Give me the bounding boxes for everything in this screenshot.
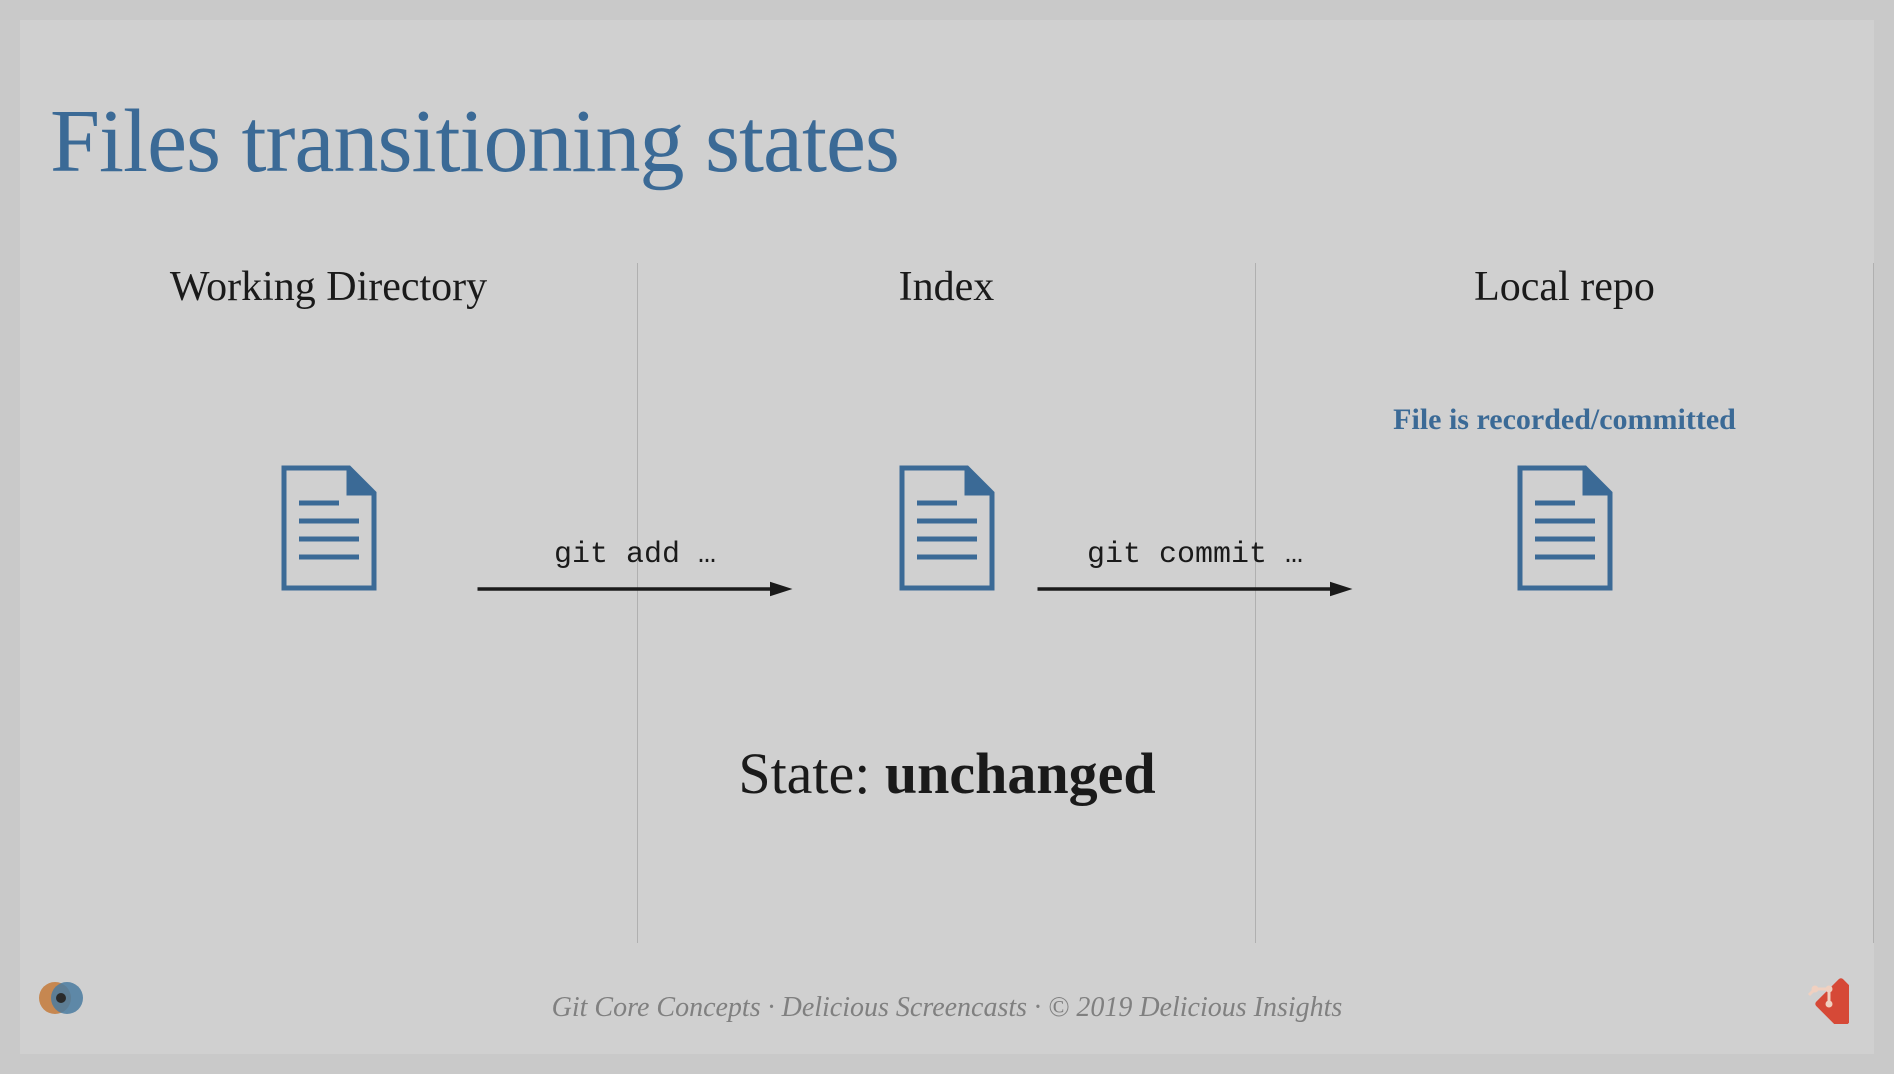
state-text: State: unchanged [738, 740, 1155, 807]
file-icon [1515, 463, 1615, 598]
columns-container: Working Directory Index [20, 263, 1874, 943]
column-index: Index [638, 263, 1256, 943]
column-header-wd: Working Directory [20, 263, 637, 311]
column-working-directory: Working Directory [20, 263, 638, 943]
file-icon [897, 463, 997, 598]
committed-annotation: File is recorded/committed [1256, 403, 1873, 437]
footer-text: Git Core Concepts · Delicious Screencast… [20, 992, 1874, 1024]
state-label: State: [738, 741, 885, 806]
column-header-index: Index [638, 263, 1255, 311]
file-icon [279, 463, 379, 598]
arrow-label-commit: git commit … [1087, 538, 1303, 572]
git-logo-icon [1794, 969, 1849, 1029]
arrow-git-add: git add … [460, 538, 810, 598]
state-value: unchanged [885, 741, 1156, 806]
slide-container: Files transitioning states Working Direc… [20, 20, 1874, 1054]
slide-title: Files transitioning states [20, 20, 1874, 193]
arrow-label-add: git add … [554, 538, 716, 572]
column-header-repo: Local repo [1256, 263, 1873, 311]
delicious-insights-logo-icon [35, 972, 87, 1029]
column-local-repo: Local repo File is recorded/committed [1256, 263, 1874, 943]
arrow-git-commit: git commit … [1020, 538, 1370, 598]
